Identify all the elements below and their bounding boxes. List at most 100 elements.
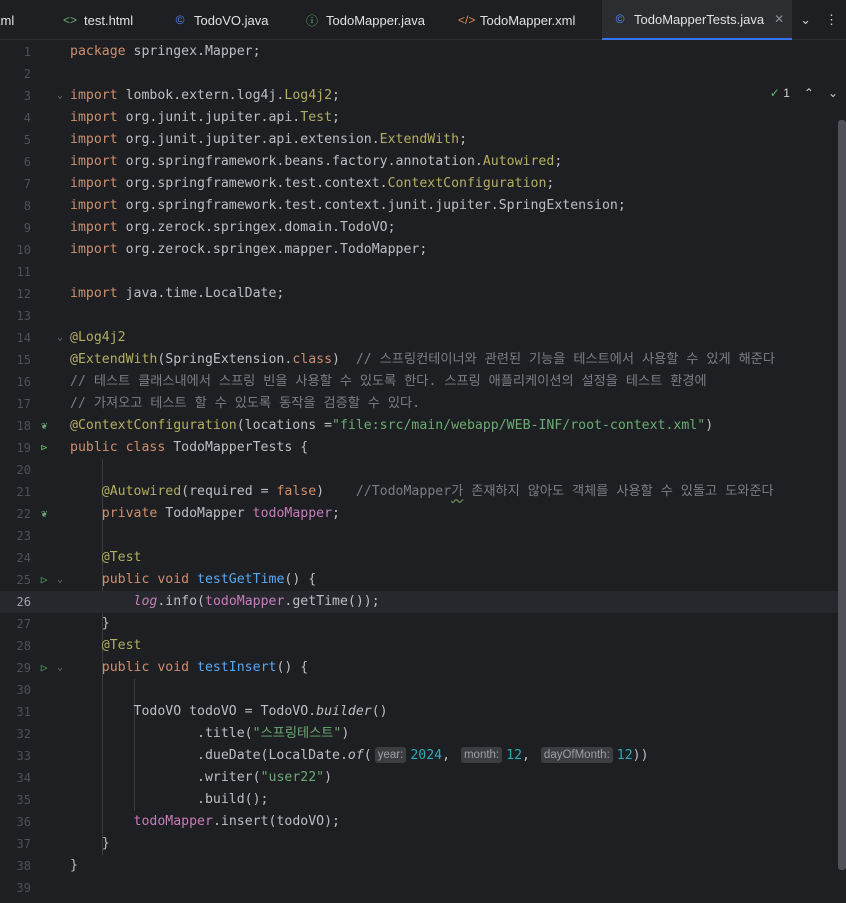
prev-highlight-icon[interactable]: ⌃ (804, 86, 814, 100)
next-highlight-icon[interactable]: ⌄ (828, 86, 838, 100)
code-editor[interactable]: 39 38} 37 } 36 todoMapper.insert(todoVO); 35… (0, 40, 846, 903)
code-line[interactable]: 22 ❦ private TodoMapper todoMapper; (0, 503, 846, 525)
code-line[interactable]: 5 import org.junit.jupiter.api.extension.… (0, 129, 846, 151)
fold-icon[interactable]: ⌄ (55, 569, 65, 591)
code-text: } (70, 855, 78, 877)
tab-1[interactable]: <> test.html (62, 0, 133, 40)
code-line[interactable]: 14 ⌄ @Log4j2 (0, 327, 846, 349)
code-token: //TodoMapper (355, 484, 452, 499)
run-all-icon[interactable]: ⊳ (37, 437, 51, 459)
more-options-icon[interactable]: ⋮ (825, 12, 838, 28)
code-line[interactable]: 20 (0, 459, 846, 481)
run-test-icon[interactable]: ▷ (37, 569, 51, 591)
line-number: 35 (16, 793, 31, 807)
code-line[interactable]: 27 } (0, 613, 846, 635)
code-line[interactable]: 34 .writer("user22") (0, 767, 846, 789)
code-line[interactable]: 33 .dueDate(LocalDate.of(year: 2024, mont… (0, 745, 846, 767)
code-line[interactable]: 3 ⌄ import lombok.extern.log4j.Log4j2; (0, 85, 846, 107)
code-line[interactable]: 17 // 가져오고 테스트 할 수 있도록 동작을 검증할 수 있다. (0, 393, 846, 415)
code-token: TodoVO todoVO = TodoVO. (70, 704, 317, 719)
code-line[interactable]: 32 .title("스프링테스트") (0, 723, 846, 745)
code-token: ( (363, 748, 372, 763)
code-token: () (371, 704, 388, 719)
tab-4[interactable]: </> TodoMapper.xml (458, 0, 575, 40)
code-token: .dueDate(LocalDate. (70, 748, 348, 763)
line-number: 26 (16, 595, 31, 609)
code-line[interactable]: 4 import org.junit.jupiter.api.Test; (0, 107, 846, 129)
code-token: .title( (70, 726, 253, 741)
code-line[interactable]: 24 @Test (0, 547, 846, 569)
vertical-scrollbar[interactable] (838, 120, 846, 870)
tab-2[interactable]: © TodoVO.java (172, 0, 269, 40)
code-line[interactable]: 29 ▷ ⌄ public void testInsert() { (0, 657, 846, 679)
code-text: @Test (70, 547, 142, 569)
inspections-widget[interactable]: ✓ 1 ⌃ ⌄ (770, 86, 838, 100)
code-line[interactable]: 18 ❦ @ContextConfiguration(locations ="fil… (0, 415, 846, 437)
code-token: , (442, 748, 458, 763)
code-line[interactable]: 21 @Autowired(required = false) //TodoMa… (0, 481, 846, 503)
code-line[interactable]: 2 (0, 63, 846, 85)
code-line[interactable]: 23 (0, 525, 846, 547)
code-token: testGetTime (197, 572, 285, 587)
fold-icon[interactable]: ⌄ (55, 85, 65, 107)
fold-icon[interactable]: ⌄ (55, 327, 65, 349)
code-line[interactable]: 28 @Test (0, 635, 846, 657)
code-token: () { (276, 660, 309, 675)
code-text: public void testInsert() { (70, 657, 308, 679)
code-token: } (70, 616, 110, 631)
code-token: } (70, 858, 78, 873)
close-tab-icon[interactable]: ✕ (774, 12, 784, 26)
code-text: import org.junit.jupiter.api.Test; (70, 107, 340, 129)
code-line[interactable]: 1 package springex.Mapper; (0, 41, 846, 63)
code-line[interactable]: 9 import org.zerock.springex.domain.TodoV… (0, 217, 846, 239)
code-line[interactable]: 11 (0, 261, 846, 283)
code-token: ) (324, 770, 333, 785)
code-token: 12 (506, 748, 523, 763)
line-number: 10 (16, 243, 31, 257)
code-line[interactable]: 15 @ExtendWith(SpringExtension.class) // … (0, 349, 846, 371)
code-line[interactable]: 35 .build(); (0, 789, 846, 811)
code-line[interactable]: 16 // 테스트 클래스내에서 스프링 빈을 사용할 수 있도록 한다. 스프링… (0, 371, 846, 393)
code-token: ; (554, 154, 563, 169)
code-line[interactable]: 37 } (0, 833, 846, 855)
code-line[interactable]: 26 log.info(todoMapper.getTime()); (0, 591, 846, 613)
code-token: package (70, 44, 134, 59)
fold-icon[interactable]: ⌄ (55, 657, 65, 679)
code-token: import (70, 154, 126, 169)
code-line[interactable]: 10 import org.zerock.springex.mapper.Todo… (0, 239, 846, 261)
test-class-icon: © (615, 12, 625, 26)
code-line[interactable]: 8 import org.springframework.test.context… (0, 195, 846, 217)
run-test-icon[interactable]: ▷ (37, 657, 51, 679)
code-line[interactable]: 19 ⊳ public class TodoMapperTests { (0, 437, 846, 459)
code-token: org.springframework.beans.factory.annota… (125, 154, 483, 169)
code-text: import java.time.LocalDate; (70, 283, 284, 305)
code-line[interactable]: 12 import java.time.LocalDate; (0, 283, 846, 305)
code-token: .writer( (70, 770, 261, 785)
code-line[interactable]: 31 TodoVO todoVO = TodoVO.builder() (0, 701, 846, 723)
code-line[interactable]: 36 todoMapper.insert(todoVO); (0, 811, 846, 833)
code-line[interactable]: 38} (0, 855, 846, 877)
chevron-down-icon[interactable]: ⌄ (800, 12, 811, 28)
code-line[interactable]: 25 ▷ ⌄ public void testGetTime() { (0, 569, 846, 591)
tab-5[interactable]: © TodoMapperTests.java ✕ (602, 0, 793, 40)
spring-leaf-icon[interactable]: ❦ (37, 415, 51, 437)
inspection-count[interactable]: ✓ 1 (770, 86, 790, 100)
spring-bean-icon[interactable]: ❦ (37, 503, 51, 525)
code-line[interactable]: 30 (0, 679, 846, 701)
code-line[interactable]: 13 (0, 305, 846, 327)
tab-0[interactable]: xml (0, 0, 14, 40)
line-number: 24 (16, 551, 31, 565)
code-line[interactable]: 7 import org.springframework.test.context… (0, 173, 846, 195)
tab-3[interactable]: ⓘ TodoMapper.java (304, 0, 425, 40)
code-line[interactable]: 39 (0, 877, 846, 899)
code-text: import org.springframework.test.context.… (70, 195, 626, 217)
xml-icon: </> (458, 13, 476, 27)
code-line[interactable]: 6 import org.springframework.beans.factor… (0, 151, 846, 173)
code-token: builder (316, 704, 372, 719)
code-token: () { (284, 572, 317, 587)
code-token: org.junit.jupiter.api. (125, 110, 301, 125)
line-number: 9 (23, 221, 31, 235)
code-token: ; (546, 176, 555, 191)
